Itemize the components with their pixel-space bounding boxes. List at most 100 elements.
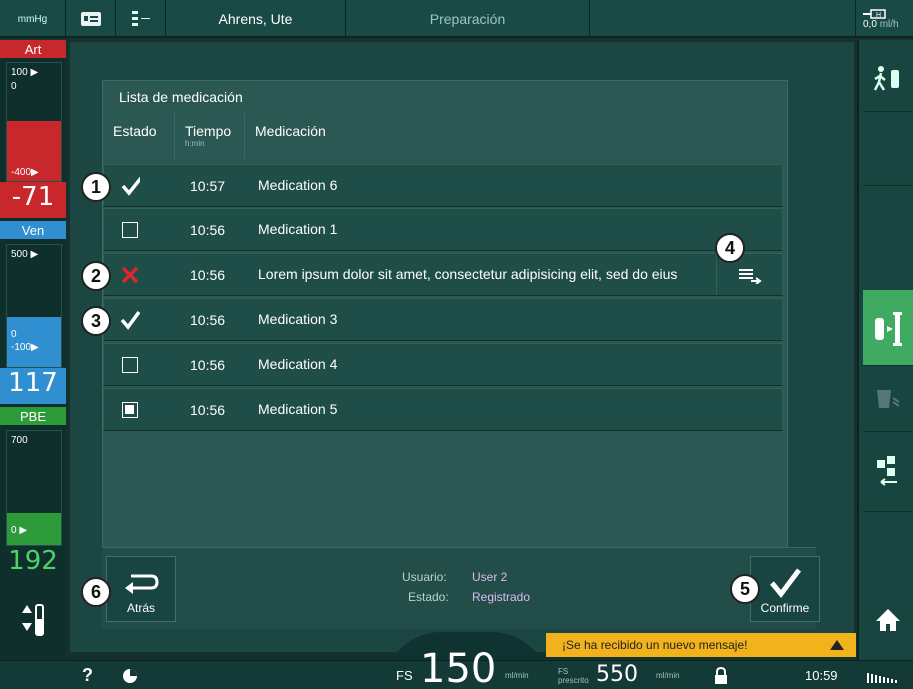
medication-list: Lista de medicación Estado Tiempo h:min … [102,80,788,580]
expand-lines-icon [738,268,762,284]
message-text: ¡Se ha recibido un nuevo mensaje! [562,638,748,652]
svg-text:H: H [876,12,881,19]
back-arrow-icon [125,574,159,594]
list-title: Lista de medicación [119,89,243,105]
state-value: Registrado [472,590,531,604]
preparation-button[interactable] [863,290,913,366]
status-filled-checkbox[interactable] [120,400,140,420]
card-icon [80,12,101,26]
level-arrows-icon [22,604,44,636]
row-medication: Lorem ipsum dolor sit amet, consectetur … [258,266,678,282]
medication-row[interactable]: 10:56 Medication 4 [103,343,783,386]
home-icon [876,609,900,631]
help-button[interactable]: ? [82,661,93,689]
status-check-icon [120,176,140,196]
ven-scale-top: 500 ▶ [11,249,39,260]
top-bar: mmHg Ahrens, Ute Preparación H 0,0 ml/h [0,0,913,38]
back-label: Atrás [126,601,155,615]
connection-button[interactable] [863,432,913,512]
row-medication: Medication 4 [258,356,338,372]
row-medication: Medication 5 [258,401,338,417]
ven-gauge[interactable]: 500 ▶ 0 -100▶ [6,244,62,368]
message-banner[interactable]: ¡Se ha recibido un nuevo mensaje! [546,633,856,657]
row-time: 10:57 [190,178,226,194]
filter-connect-icon [875,311,902,346]
art-value: -71 [0,182,66,218]
row-time: 10:56 [190,222,226,238]
phase-label: Preparación [346,0,590,38]
main-panel: Lista de medicación Estado Tiempo h:min … [70,42,854,652]
callout-6: 6 [81,577,111,607]
patient-name: Ahrens, Ute [166,0,346,38]
state-label: Estado: [408,590,449,604]
confirm-button[interactable]: Confirme [750,556,820,622]
header-tiempo: Tiempo h:min [175,113,245,159]
status-empty-checkbox[interactable] [120,220,140,240]
patient-card-button[interactable] [66,0,116,38]
home-button[interactable] [863,590,913,650]
action-bar: Atrás Usuario: User 2 Estado: Registrado… [102,547,820,629]
row-medication: Medication 1 [258,221,338,237]
confirm-check-icon [770,568,801,599]
art-scale-low: -400▶ [11,167,39,178]
header-medicacion: Medicación [255,123,326,139]
pbe-gauge[interactable]: 700 0 ▶ [6,430,62,546]
status-bar: ? FS 150 ml/min FS prescrito 550 ml/min … [0,646,913,689]
connection-icon [877,455,897,486]
uf-value: 0,0 [863,18,877,30]
art-gauge[interactable]: 100 ▶ 0 -400▶ [6,62,62,182]
ven-label: Ven [0,221,66,239]
fs-label: FS [396,668,413,683]
fs-prescribed-unit: ml/min [656,671,680,680]
status-empty-checkbox[interactable] [120,355,140,375]
ven-scale-zero: 0 [11,329,17,340]
pbe-label: PBE [0,407,66,425]
expand-up-icon [830,640,844,650]
unit-label: mmHg [17,13,48,25]
callout-1: 1 [81,172,111,202]
level-adjust-button[interactable] [6,598,56,644]
row-time: 10:56 [190,312,226,328]
fs-prescribed-label: FS prescrito [558,666,589,685]
medication-row[interactable]: 10:56 Medication 5 [103,388,783,431]
fs-unit: ml/min [505,671,529,680]
cup-icon [877,389,900,408]
callout-4: 4 [715,233,745,263]
right-menu [857,40,913,660]
patient-walk-button[interactable] [863,46,913,112]
row-medication: Medication 3 [258,311,338,327]
row-time: 10:56 [190,357,226,373]
pbe-scale-top: 700 [11,435,28,446]
callout-3: 3 [81,306,111,336]
medication-row[interactable]: 10:56 Medication 3 [103,298,783,341]
pressure-column: Art 100 ▶ 0 -400▶ -71 Ven 500 ▶ 0 -100▶ … [0,40,66,660]
signal-bars-icon [867,672,897,683]
status-cross-icon [120,265,140,285]
callout-2: 2 [81,261,111,291]
timer-button[interactable] [122,661,138,689]
lock-button[interactable] [714,661,728,689]
therapy-button[interactable] [863,366,913,432]
menu-spacer-1 [863,120,913,186]
status-check-warning-icon [120,310,140,330]
medication-row[interactable]: 10:57 Medication 6 [103,164,783,207]
ven-value: 117 [0,368,66,404]
pump-icon: H [863,8,886,19]
back-button[interactable]: Atrás [106,556,176,622]
pbe-value: 192 [0,546,66,582]
row-time: 10:56 [190,267,226,283]
header-estado: Estado [103,113,175,159]
pbe-scale-zero: 0 ▶ [11,525,28,536]
dialysis-screen: mmHg Ahrens, Ute Preparación H 0,0 ml/h … [0,0,913,689]
tree-icon [131,11,150,26]
clock-pie-icon [123,668,137,683]
tree-view-button[interactable] [116,0,166,38]
fs-prescribed-value: 550 [596,661,638,687]
medication-row[interactable]: 10:56 Lorem ipsum dolor sit amet, consec… [103,253,783,296]
ultrafiltration-rate[interactable]: H 0,0 ml/h [857,0,913,38]
header-tiempo-unit: h:min [185,139,205,148]
medication-row[interactable]: 10:56 Medication 1 [103,208,783,251]
confirm-label: Confirme [760,601,810,615]
walking-person-icon [873,65,899,91]
art-scale-top: 100 ▶ [11,67,39,78]
